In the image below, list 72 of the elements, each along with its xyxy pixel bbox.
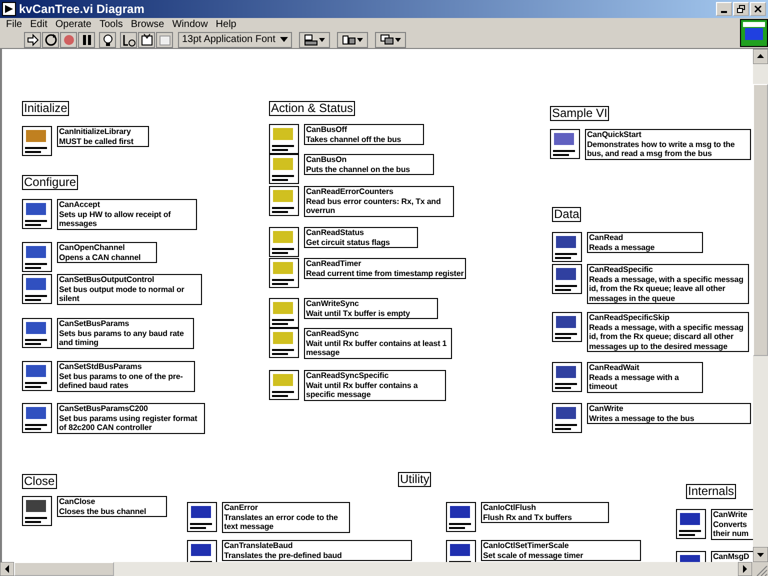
- function-description: Reads a message: [589, 242, 656, 252]
- section-label: Utility: [398, 472, 432, 487]
- section-label: Close: [22, 474, 57, 489]
- function-name: CanError: [224, 503, 259, 512]
- function-name: CanTranslateBaud: [224, 541, 294, 550]
- function-description: Converts their num: [713, 520, 750, 538]
- function-description: Read current time from timestamp register: [306, 268, 464, 278]
- function-description: Reads a message, with a specific messag id, from the Rx queue; discard all other messages up to the desired message: [589, 322, 744, 351]
- window-title: kvCanTree.vi Diagram: [19, 2, 146, 16]
- function-name: CanReadSync: [306, 329, 360, 338]
- section-label: Internals: [686, 484, 736, 499]
- function-name: CanIoCtlFlush: [483, 503, 537, 512]
- function-description: Translates an error code to the text message: [224, 512, 339, 532]
- function-name: CanClose: [59, 497, 96, 506]
- function-name: CanBusOff: [306, 125, 348, 134]
- function-name: CanReadSyncSpecific: [306, 371, 390, 380]
- function-name: CanReadWait: [589, 363, 640, 372]
- function-description: Opens a CAN channel: [59, 252, 142, 262]
- menu-item[interactable]: Help: [216, 19, 236, 30]
- menu-item[interactable]: Operate: [55, 19, 92, 30]
- function-description: Wait until Rx buffer contains a specific message: [306, 380, 419, 400]
- function-description: Set scale of message timer: [483, 550, 584, 560]
- function-name: CanSetStdBusParams: [59, 362, 143, 372]
- function-name: CanWriteSync: [306, 299, 360, 308]
- function-name: CanBusOn: [306, 155, 348, 164]
- menu-item[interactable]: Tools: [100, 19, 123, 30]
- function-name: CanReadErrorCounters: [306, 187, 394, 196]
- section-label: Action & Status: [269, 101, 356, 116]
- section-label: Initialize: [22, 101, 70, 116]
- section-label: Sample VI: [550, 106, 610, 121]
- section-label: Configure: [22, 175, 78, 190]
- function-description: Reads a message, with a specific messag id, from the Rx queue; leave all other messages in the queue: [589, 274, 744, 303]
- function-name: CanSetBusParams: [59, 319, 130, 328]
- function-description: Sets bus params to any baud rate and timing: [59, 328, 185, 348]
- menu-item[interactable]: Window: [172, 19, 208, 30]
- function-name: CanReadSpecific: [589, 265, 654, 274]
- function-description: Takes channel off the bus: [306, 134, 402, 144]
- function-name: CanAccept: [59, 200, 101, 210]
- function-name: CanQuickStart: [587, 130, 642, 140]
- function-description: Flush Rx and Tx buffers: [483, 512, 573, 522]
- menu-item[interactable]: Edit: [30, 19, 48, 30]
- function-description: Sets up HW to allow receipt of messages: [59, 210, 172, 228]
- function-name: CanRead: [589, 233, 624, 242]
- function-description: Set bus output mode to normal or silent: [59, 284, 186, 304]
- menu-item[interactable]: Browse: [130, 19, 164, 30]
- function-description: Set bus params using register format of 82c200 CAN controller: [59, 414, 198, 432]
- function-name: CanWrite: [713, 510, 748, 520]
- function-name: CanIoCtlSetTimerScale: [483, 541, 570, 550]
- function-name: CanReadTimer: [306, 259, 362, 268]
- function-description: Writes a message to the bus: [589, 414, 696, 423]
- function-name: CanWrite: [589, 404, 624, 414]
- menu-item[interactable]: File: [6, 19, 22, 30]
- function-name: CanOpenChannel: [59, 243, 126, 252]
- function-description: MUST be called first: [59, 136, 134, 146]
- function-description: Get circuit status flags: [306, 238, 391, 247]
- function-description: Wait until Tx buffer is empty: [306, 308, 411, 318]
- function-description: Puts the channel on the bus: [306, 164, 411, 174]
- function-name: CanSetBusParamsC200: [59, 404, 149, 414]
- function-description: Translates the pre-defined baud: [224, 550, 343, 560]
- function-name: CanReadSpecificSkip: [589, 313, 670, 322]
- section-label: Data: [552, 207, 582, 222]
- function-description: Read bus error counters: Rx, Tx and overrun: [306, 196, 442, 216]
- function-description: Wait until Rx buffer contains at least 1 message: [306, 338, 448, 358]
- font-dropdown[interactable]: 13pt Application Font: [178, 32, 292, 48]
- function-description: Reads a message with a timeout: [589, 372, 680, 392]
- function-name: CanSetBusOutputControl: [59, 275, 156, 284]
- function-name: CanMsgD: [713, 552, 750, 562]
- function-name: CanReadStatus: [306, 228, 365, 238]
- function-description: Demonstrates how to write a msg to the bus, and read a msg from the bus: [587, 140, 736, 158]
- function-description: Set bus params to one of the pre-defined baud rates: [59, 372, 184, 390]
- function-name: CanInitializeLibrary: [59, 127, 132, 136]
- function-description: Closes the bus channel: [59, 506, 148, 516]
